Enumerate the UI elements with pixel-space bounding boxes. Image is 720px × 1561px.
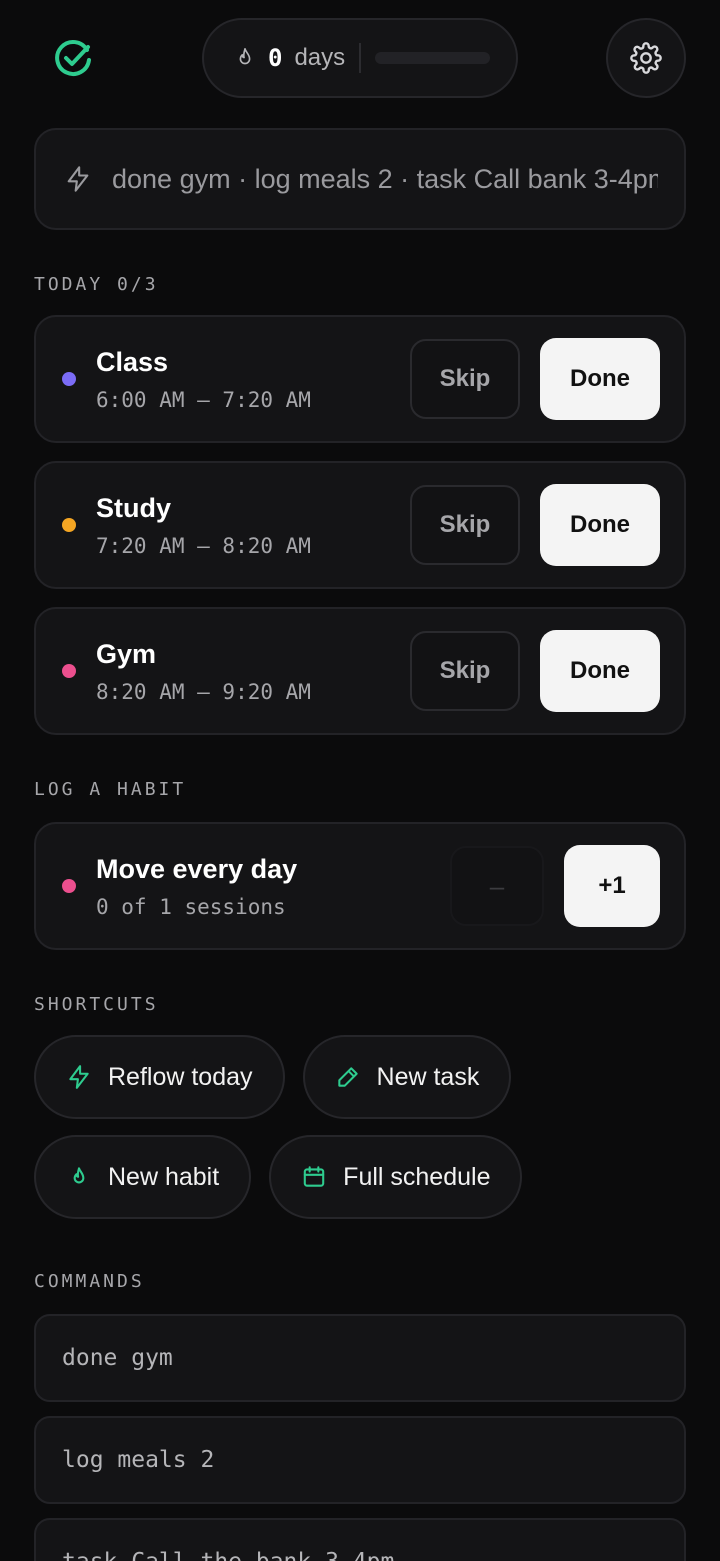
color-dot	[62, 879, 76, 893]
shortcut-label: New habit	[108, 1162, 220, 1191]
shortcut-new-habit[interactable]: New habit	[34, 1135, 252, 1219]
commands-section-label: COMMANDS	[34, 1271, 145, 1292]
command-item[interactable]: done gym	[34, 1314, 686, 1402]
commands-list: done gym log meals 2 task Call the bank …	[34, 1314, 686, 1561]
schedule-card-gym: Gym 8:20 AM – 9:20 AM Skip Done	[34, 607, 686, 735]
habit-section-label: LOG A HABIT	[34, 779, 187, 800]
today-list: Class 6:00 AM – 7:20 AM Skip Done Study …	[34, 315, 686, 735]
command-item[interactable]: task Call the bank 3-4pm	[34, 1518, 686, 1561]
schedule-card-study: Study 7:20 AM – 8:20 AM Skip Done	[34, 461, 686, 589]
skip-button[interactable]: Skip	[410, 631, 520, 711]
pencil-icon	[337, 1067, 358, 1087]
shortcut-full-schedule[interactable]: Full schedule	[269, 1135, 523, 1219]
card-title: Class	[96, 346, 169, 377]
color-dot	[62, 664, 76, 678]
card-title: Gym	[96, 638, 157, 669]
shortcut-row: Reflow today New task	[34, 1035, 686, 1119]
card-time: 8:20 AM – 9:20 AM	[96, 679, 311, 704]
streak-progress-bar	[375, 52, 490, 64]
skip-button[interactable]: Skip	[410, 339, 520, 419]
shortcut-reflow-today[interactable]: Reflow today	[34, 1035, 285, 1119]
habit-title: Move every day	[96, 853, 298, 884]
card-info: Class 6:00 AM – 7:20 AM	[96, 347, 410, 412]
done-button[interactable]: Done	[540, 338, 660, 420]
card-time: 6:00 AM – 7:20 AM	[96, 387, 311, 412]
streak-label: days	[294, 44, 346, 71]
shortcut-row: New habit Full schedule	[34, 1135, 686, 1219]
page: 0 days done gym · log meals 2 · task Cal…	[0, 0, 720, 1561]
card-time: 7:20 AM – 8:20 AM	[96, 533, 311, 558]
skip-button[interactable]: Skip	[410, 485, 520, 565]
check-circle-logo-icon	[55, 39, 91, 76]
bolt-icon	[67, 166, 89, 192]
card-info: Gym 8:20 AM – 9:20 AM	[96, 639, 410, 704]
command-input-bar[interactable]: done gym · log meals 2 · task Call bank …	[34, 128, 686, 230]
schedule-card-class: Class 6:00 AM – 7:20 AM Skip Done	[34, 315, 686, 443]
decrement-button[interactable]: –	[450, 846, 544, 926]
calendar-icon	[303, 1166, 325, 1187]
flame-icon	[73, 1167, 85, 1184]
streak-pill[interactable]: 0 days	[202, 18, 518, 98]
color-dot	[62, 518, 76, 532]
card-info: Move every day 0 of 1 sessions	[96, 854, 450, 919]
done-button[interactable]: Done	[540, 484, 660, 566]
done-button[interactable]: Done	[540, 630, 660, 712]
shortcuts-section-label: SHORTCUTS	[34, 994, 159, 1015]
card-title: Study	[96, 492, 172, 523]
pill-divider	[359, 43, 362, 73]
shortcut-new-task[interactable]: New task	[302, 1035, 512, 1119]
habit-progress: 0 of 1 sessions	[96, 894, 286, 919]
shortcut-label: New task	[376, 1062, 480, 1091]
increment-button[interactable]: +1	[564, 845, 660, 927]
shortcut-label: Full schedule	[343, 1162, 491, 1191]
gear-icon	[630, 42, 662, 74]
shortcut-label: Reflow today	[108, 1062, 253, 1091]
color-dot	[62, 372, 76, 386]
flame-icon	[239, 48, 251, 65]
habit-card: Move every day 0 of 1 sessions – +1	[34, 822, 686, 950]
card-info: Study 7:20 AM – 8:20 AM	[96, 493, 410, 558]
command-placeholder: done gym · log meals 2 · task Call bank …	[112, 163, 658, 194]
settings-button[interactable]	[606, 18, 686, 98]
header: 0 days	[34, 0, 686, 120]
today-section-label: TODAY 0/3	[34, 274, 159, 295]
bolt-icon	[69, 1065, 89, 1089]
streak-count: 0	[268, 44, 283, 72]
command-item[interactable]: log meals 2	[34, 1416, 686, 1504]
